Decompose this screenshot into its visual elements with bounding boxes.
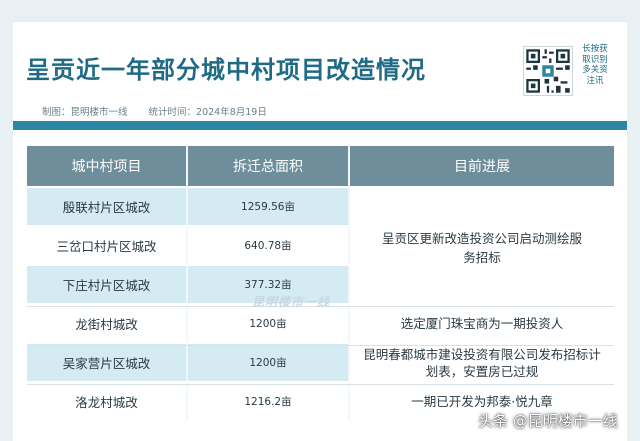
qr-caption: 长按获取识别多关资注讯 (582, 44, 608, 86)
column-header-progress: 目前进展 (454, 159, 510, 175)
project-cell: 洛龙村城改 (27, 383, 188, 420)
watermark: 昆明楼市一线 (252, 295, 331, 309)
date-label: 统计时间：2024年8月19日 (148, 107, 267, 118)
row-divider (27, 345, 614, 346)
project-cell: 三岔口村片区城改 (27, 227, 188, 264)
footer-watermark: 头条 @昆明楼市一线 (478, 412, 618, 430)
area-cell: 1200亩 (188, 344, 350, 381)
column-header-project: 城中村项目 (27, 146, 188, 186)
area-cell: 640.78亩 (188, 227, 350, 264)
author-label: 制图：昆明楼市一线 (42, 107, 128, 118)
project-cell: 龙街村城改 (27, 305, 188, 342)
area-cell: 1259.56亩 (188, 188, 350, 225)
row-divider (27, 384, 614, 385)
project-cell: 下庄村片区城改 (27, 266, 188, 303)
project-cell: 殷联村片区城改 (27, 188, 188, 225)
area-cell: 1200亩 (188, 305, 350, 342)
progress-cell: 选定厦门珠宝商为一期投资人 (350, 305, 614, 342)
project-cell: 吴家营片区城改 (27, 344, 188, 381)
area-cell: 1216.2亩 (188, 383, 350, 420)
table-row: 龙街村城改 1200亩 选定厦门珠宝商为一期投资人 (27, 305, 614, 342)
qr-code[interactable] (523, 46, 573, 96)
project-table: 城中村项目 拆迁总面积 目前进展 殷联村片区城改 1259.56亩 三岔口村片区… (27, 146, 614, 420)
table-header: 城中村项目 拆迁总面积 目前进展 (27, 146, 614, 186)
meta-line: 制图：昆明楼市一线 统计时间：2024年8月19日 (42, 104, 285, 118)
page-title: 呈贡近一年部分城中村项目改造情况 (26, 56, 426, 84)
qr-code-icon (524, 47, 572, 95)
progress-cell: 昆明春都城市建设投资有限公司发布招标计划表，安置房已过规 (350, 344, 614, 381)
merged-progress-cell: 呈贡区更新改造投资公司启动测绘服务招标 (350, 190, 614, 305)
table-row: 吴家营片区城改 1200亩 昆明春都城市建设投资有限公司发布招标计划表，安置房已… (27, 344, 614, 381)
column-header-area: 拆迁总面积 (188, 146, 350, 186)
title-band (13, 121, 627, 130)
